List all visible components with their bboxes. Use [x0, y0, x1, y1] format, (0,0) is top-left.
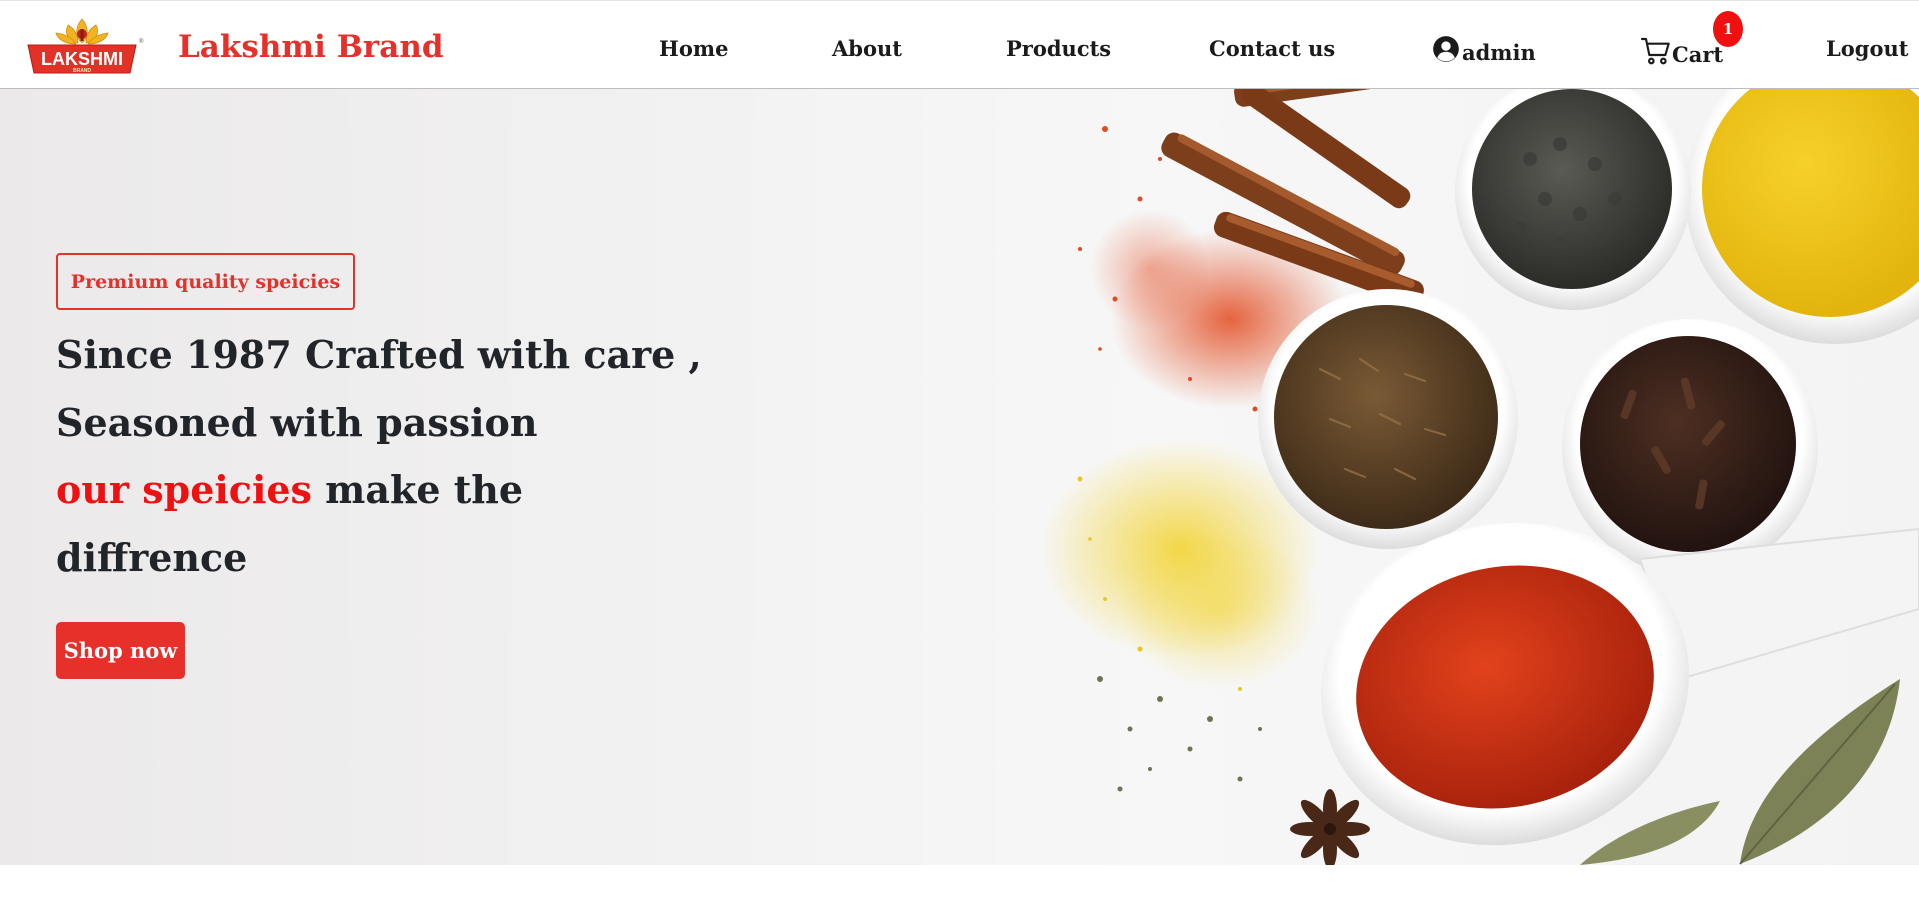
nav-user-label: admin	[1462, 39, 1536, 65]
headline-accent: our speicies	[56, 467, 312, 512]
nav-cart-label: Cart	[1672, 41, 1724, 67]
brand-name[interactable]: Lakshmi Brand	[178, 27, 444, 67]
nav-about-link[interactable]: About	[832, 35, 902, 63]
svg-text:®: ®	[139, 38, 144, 45]
user-circle-icon	[1432, 35, 1460, 70]
nav-products-link[interactable]: Products	[1006, 35, 1111, 63]
shopping-cart-icon	[1640, 35, 1672, 74]
logo-subtext: BRAND	[73, 68, 91, 74]
nav-cart-link[interactable]: Cart	[1640, 35, 1723, 74]
top-navbar: LAKSHMI BRAND ® Lakshmi Brand Home About…	[0, 0, 1919, 89]
hero-headline: Since 1987 Crafted with care , Seasoned …	[56, 321, 756, 591]
logo-text: LAKSHMI	[41, 49, 123, 69]
lakshmi-logo[interactable]: LAKSHMI BRAND ®	[20, 15, 144, 75]
shop-now-button[interactable]: Shop now	[56, 622, 185, 679]
headline-line-1: Since 1987 Crafted with care ,	[56, 332, 702, 377]
hero-section: Premium quality speicies Since 1987 Craf…	[0, 89, 1919, 865]
nav-home-link[interactable]: Home	[659, 35, 728, 63]
headline-line-2: Seasoned with passion	[56, 399, 538, 445]
nav-logout-link[interactable]: Logout	[1826, 35, 1908, 63]
nav-user-link[interactable]: admin	[1432, 35, 1536, 70]
cart-count-badge: 1	[1713, 11, 1743, 47]
premium-quality-badge: Premium quality speicies	[56, 253, 355, 310]
nav-contact-link[interactable]: Contact us	[1209, 35, 1335, 63]
headline-line-4: diffrence	[56, 534, 248, 580]
headline-line-3: make the	[311, 467, 524, 512]
